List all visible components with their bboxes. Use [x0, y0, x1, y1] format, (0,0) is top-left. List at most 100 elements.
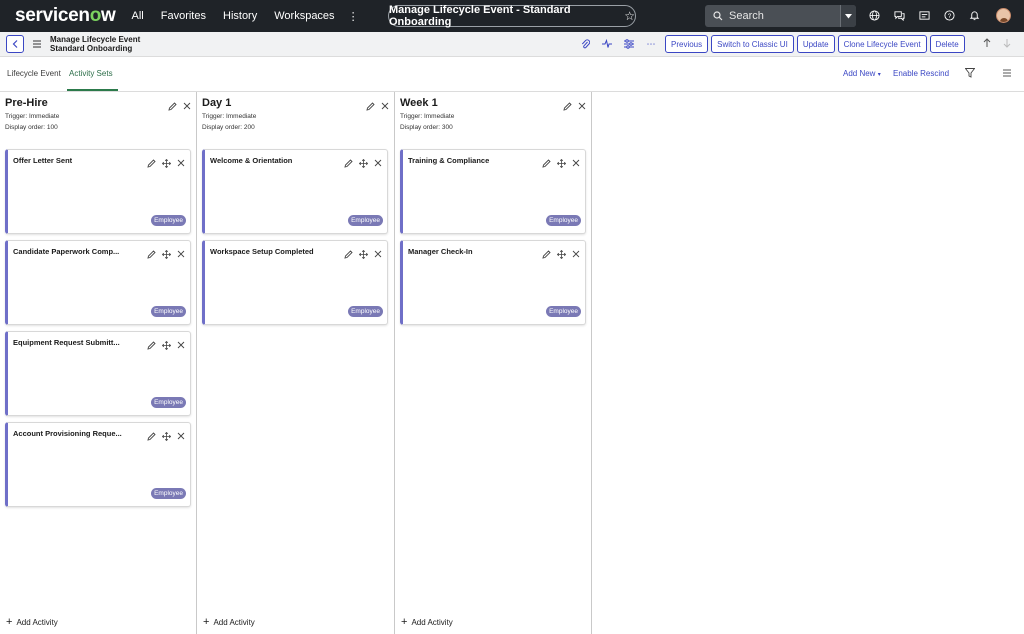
close-icon[interactable]	[381, 102, 389, 110]
search-scope-dropdown[interactable]	[840, 5, 856, 27]
add-activity-button[interactable]: + Add Activity	[203, 616, 255, 628]
activity-card[interactable]: Equipment Request Submitt... Employee	[5, 331, 191, 416]
plus-icon: +	[401, 616, 408, 628]
add-activity-button[interactable]: + Add Activity	[401, 616, 453, 628]
move-icon[interactable]	[359, 250, 368, 259]
activity-card[interactable]: Account Provisioning Reque... Employee	[5, 422, 191, 507]
nav-history[interactable]: History	[223, 10, 257, 22]
activity-icon[interactable]	[602, 39, 612, 49]
nav-all[interactable]: All	[132, 10, 144, 22]
column-actions	[366, 102, 389, 111]
edit-icon[interactable]	[147, 432, 156, 441]
close-icon[interactable]	[374, 159, 382, 167]
globe-icon[interactable]	[868, 8, 881, 22]
column-actions	[168, 102, 191, 111]
close-icon[interactable]	[572, 159, 580, 167]
audience-badge: Employee	[546, 215, 581, 226]
add-activity-button[interactable]: + Add Activity	[6, 616, 58, 628]
nav-workspaces[interactable]: Workspaces	[274, 10, 334, 22]
edit-icon[interactable]	[542, 159, 551, 168]
activity-title: Offer Letter Sent	[13, 156, 73, 165]
tab-lifecycle-event[interactable]: Lifecycle Event	[7, 69, 61, 78]
previous-button[interactable]: Previous	[665, 35, 709, 53]
clone-lifecycle-event-button[interactable]: Clone Lifecycle Event	[837, 35, 927, 53]
avatar[interactable]	[996, 8, 1011, 23]
chat-icon[interactable]	[893, 8, 906, 22]
card-actions	[542, 159, 580, 168]
activity-card[interactable]: Manager Check-In Employee	[400, 240, 586, 325]
edit-icon[interactable]	[344, 159, 353, 168]
close-icon[interactable]	[572, 250, 580, 258]
edit-icon[interactable]	[147, 250, 156, 259]
switch-classic-ui-button[interactable]: Switch to Classic UI	[711, 35, 794, 53]
list-view-icon[interactable]	[1003, 69, 1011, 77]
move-icon[interactable]	[557, 250, 566, 259]
add-activity-label: Add Activity	[16, 617, 58, 627]
current-record-pill[interactable]: Manage Lifecycle Event - Standard Onboar…	[388, 4, 636, 28]
settings-sliders-icon[interactable]	[624, 39, 634, 49]
nav-favorites[interactable]: Favorites	[161, 10, 206, 22]
move-icon[interactable]	[359, 159, 368, 168]
card-actions	[147, 159, 185, 168]
bell-icon[interactable]	[968, 8, 981, 22]
close-icon[interactable]	[183, 102, 191, 110]
activity-sets-board: Pre-Hire Trigger: Immediate Display orde…	[0, 92, 1024, 634]
global-search[interactable]: Search	[705, 5, 856, 27]
audience-badge: Employee	[151, 397, 186, 408]
activity-card[interactable]: Training & Compliance Employee	[400, 149, 586, 234]
svg-text:?: ?	[948, 12, 952, 19]
filter-icon[interactable]	[965, 68, 975, 78]
more-icon[interactable]: ⋯	[646, 39, 656, 49]
column-actions	[563, 102, 586, 111]
activity-card[interactable]: Welcome & Orientation Employee	[202, 149, 388, 234]
column-display-order: Display order: 100	[5, 123, 58, 131]
arrow-up-icon[interactable]	[983, 38, 991, 48]
column-trigger: Trigger: Immediate	[400, 113, 455, 120]
column-meta: Trigger: Immediate Display order: 300	[400, 112, 454, 133]
delete-button[interactable]: Delete	[929, 35, 965, 53]
close-icon[interactable]	[177, 432, 185, 440]
activity-card[interactable]: Candidate Paperwork Comp... Employee	[5, 240, 191, 325]
column-meta: Trigger: Immediate Display order: 100	[5, 112, 59, 133]
tab-activity-sets[interactable]: Activity Sets	[69, 69, 113, 78]
move-icon[interactable]	[557, 159, 566, 168]
edit-icon[interactable]	[344, 250, 353, 259]
hamburger-menu-icon[interactable]	[33, 40, 41, 48]
star-icon[interactable]: ☆	[624, 9, 635, 23]
edit-icon[interactable]	[168, 102, 177, 111]
close-icon[interactable]	[177, 341, 185, 349]
search-placeholder: Search	[729, 10, 764, 22]
move-icon[interactable]	[162, 250, 171, 259]
edit-icon[interactable]	[542, 250, 551, 259]
close-icon[interactable]	[578, 102, 586, 110]
plus-icon: +	[6, 616, 13, 628]
update-button[interactable]: Update	[796, 35, 835, 53]
close-icon[interactable]	[374, 250, 382, 258]
inbox-icon[interactable]	[918, 8, 931, 22]
arrow-down-icon[interactable]	[1003, 38, 1011, 48]
enable-rescind-button[interactable]: Enable Rescind	[893, 69, 949, 78]
nav-more-icon[interactable]: ⋮	[348, 10, 359, 23]
add-new-button[interactable]: Add New ▾	[843, 69, 881, 78]
edit-icon[interactable]	[147, 341, 156, 350]
paperclip-icon[interactable]	[580, 39, 590, 49]
edit-icon[interactable]	[147, 159, 156, 168]
column-day-1: Day 1 Trigger: Immediate Display order: …	[197, 92, 395, 634]
move-icon[interactable]	[162, 159, 171, 168]
caret-down-icon: ▾	[877, 72, 881, 78]
record-icon-toolbar: ⋯	[580, 39, 656, 49]
edit-icon[interactable]	[366, 102, 375, 111]
servicenow-logo[interactable]: servicenow	[15, 5, 116, 27]
help-icon[interactable]: ?	[943, 8, 956, 22]
activity-card[interactable]: Offer Letter Sent Employee	[5, 149, 191, 234]
activity-title: Candidate Paperwork Comp...	[13, 247, 120, 256]
move-icon[interactable]	[162, 341, 171, 350]
edit-icon[interactable]	[563, 102, 572, 111]
move-icon[interactable]	[162, 432, 171, 441]
close-icon[interactable]	[177, 250, 185, 258]
audience-badge: Employee	[546, 306, 581, 317]
activity-card[interactable]: Workspace Setup Completed Employee	[202, 240, 388, 325]
close-icon[interactable]	[177, 159, 185, 167]
back-button[interactable]	[6, 35, 24, 53]
activity-title: Account Provisioning Reque...	[13, 429, 122, 438]
